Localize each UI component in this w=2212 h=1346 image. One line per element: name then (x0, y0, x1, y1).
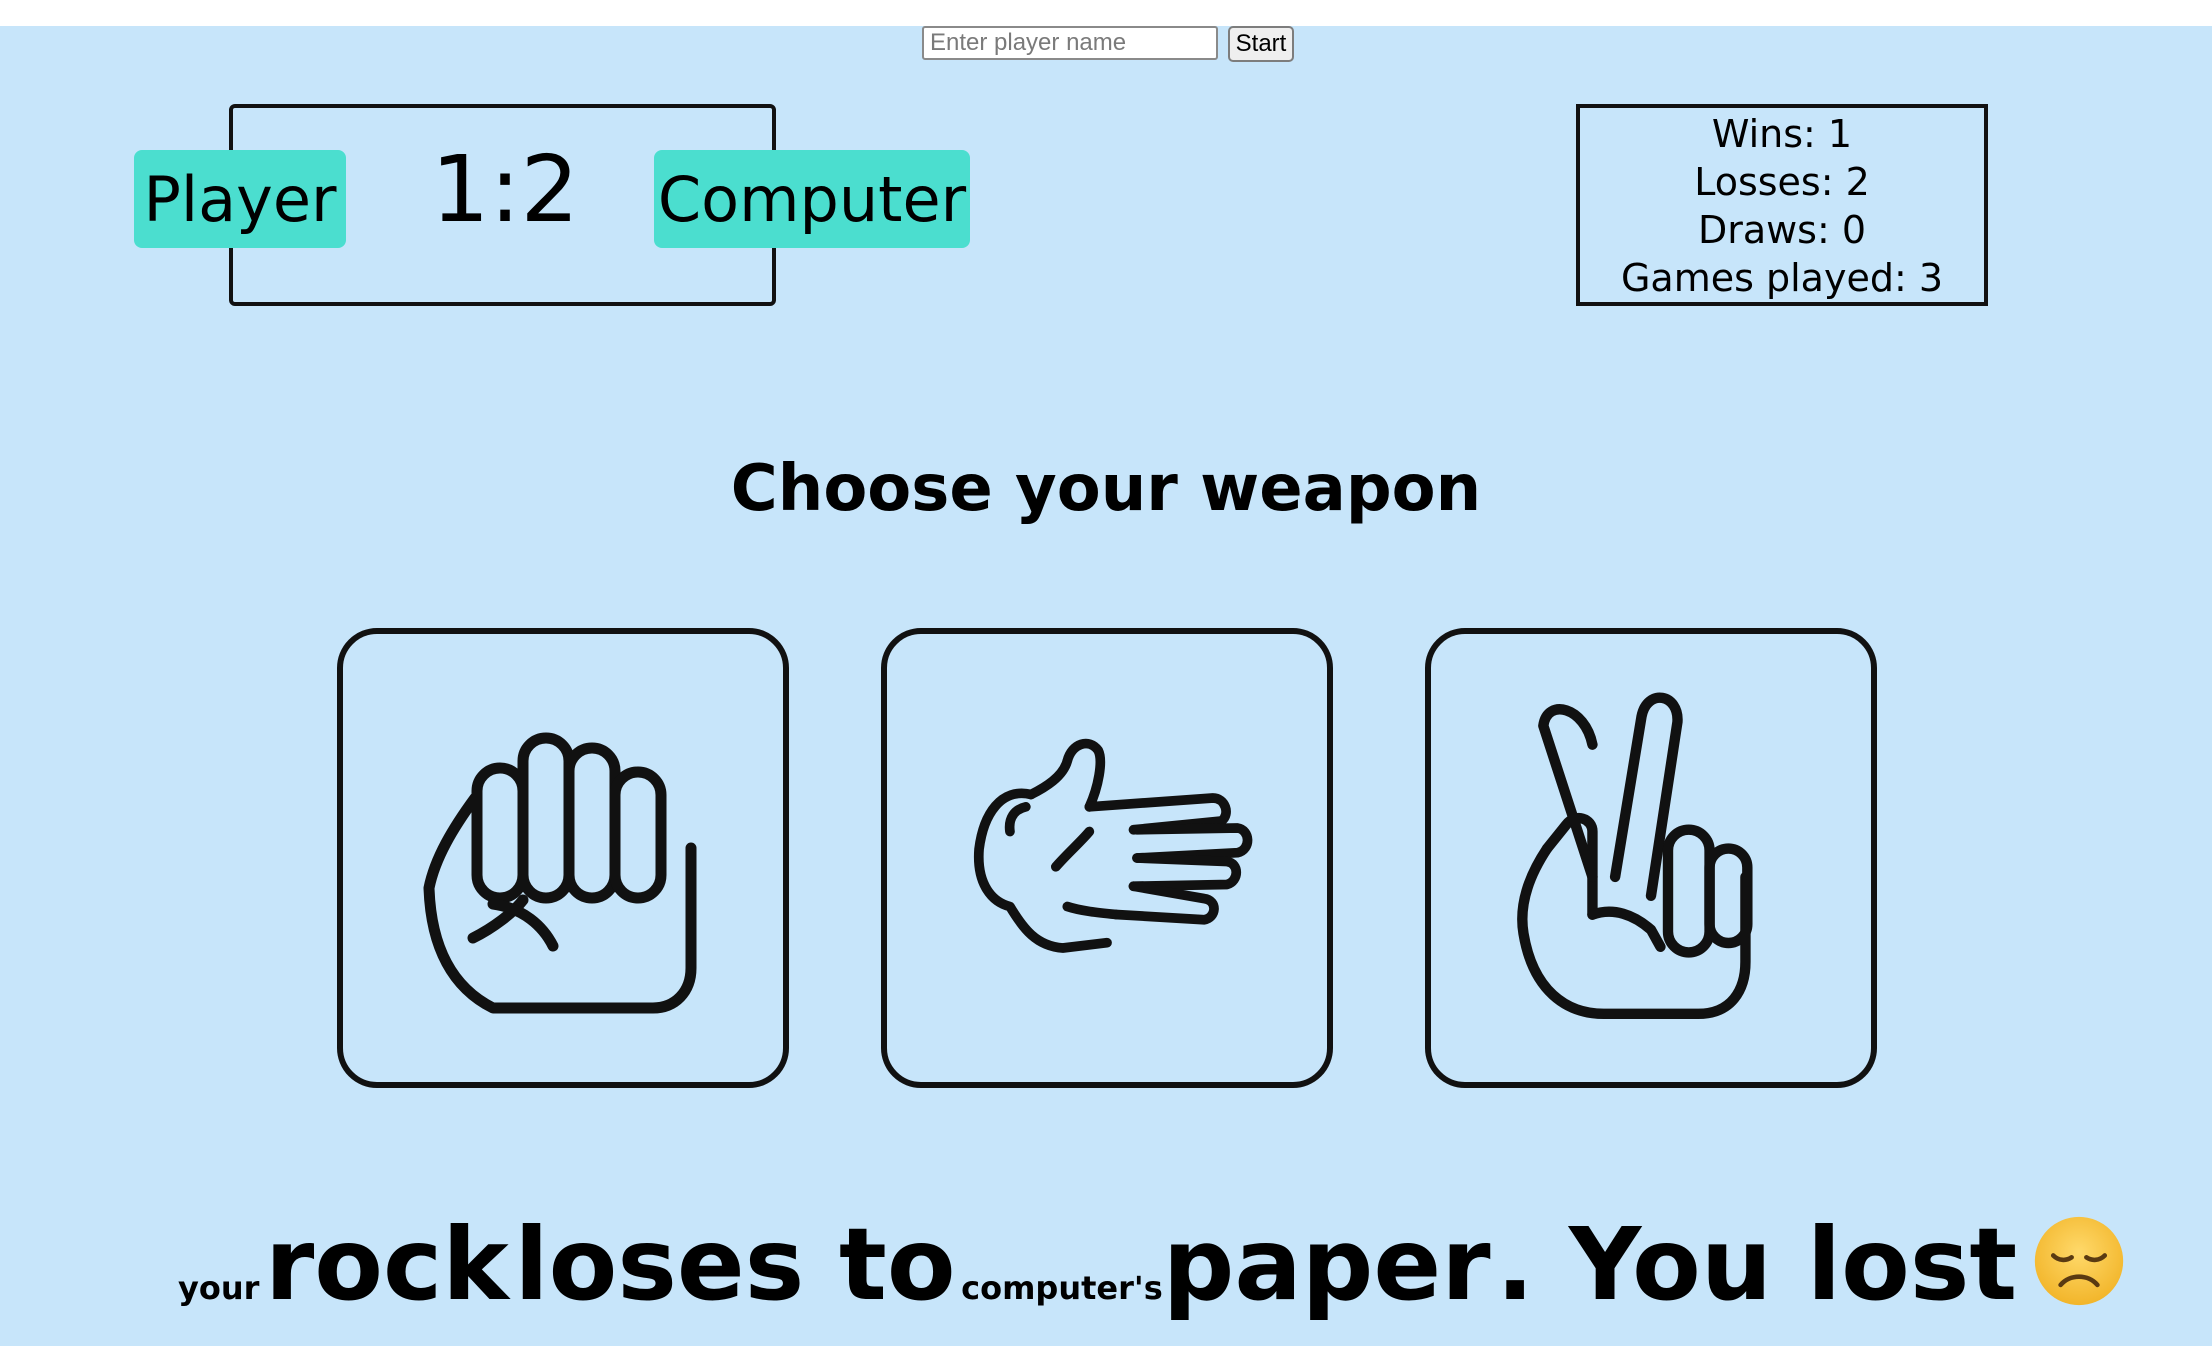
player-tag: Player (134, 150, 346, 248)
computer-choice: paper (1162, 1206, 1491, 1323)
choose-weapon-heading: Choose your weapon (730, 452, 1482, 526)
game-area: Start Player 1:2 Computer Wins: 1 Losses… (0, 26, 2212, 1346)
losses-count: Losses: 2 (1694, 160, 1870, 204)
draws-count: Draws: 0 (1697, 208, 1867, 252)
stats-panel: Wins: 1 Losses: 2 Draws: 0 Games played:… (1576, 104, 1988, 306)
your-prefix: your (178, 1269, 260, 1307)
start-button[interactable]: Start (1228, 26, 1294, 62)
player-name-input[interactable] (922, 26, 1218, 60)
wins-count: Wins: 1 (1711, 112, 1853, 156)
score-display: 1:2 (430, 136, 580, 243)
result-verb: loses to (514, 1206, 956, 1323)
paper-button[interactable] (881, 628, 1333, 1088)
computer-tag: Computer (654, 150, 970, 248)
computer-prefix: computer's (961, 1269, 1163, 1307)
games-played-count: Games played: 3 (1620, 256, 1944, 300)
rock-hand-icon (423, 732, 697, 1014)
scissors-hand-icon (1517, 692, 1753, 1020)
scissors-button[interactable] (1425, 628, 1877, 1088)
rock-button[interactable] (337, 628, 789, 1088)
result-message: your rock loses to computer'spaper . You… (178, 1206, 2125, 1323)
paper-hand-icon (973, 738, 1253, 953)
player-choice: rock (264, 1206, 509, 1323)
outcome-text: . You lost (1496, 1206, 2018, 1323)
top-bar: Start (0, 26, 2212, 66)
disappointed-face-icon (2034, 1216, 2123, 1306)
